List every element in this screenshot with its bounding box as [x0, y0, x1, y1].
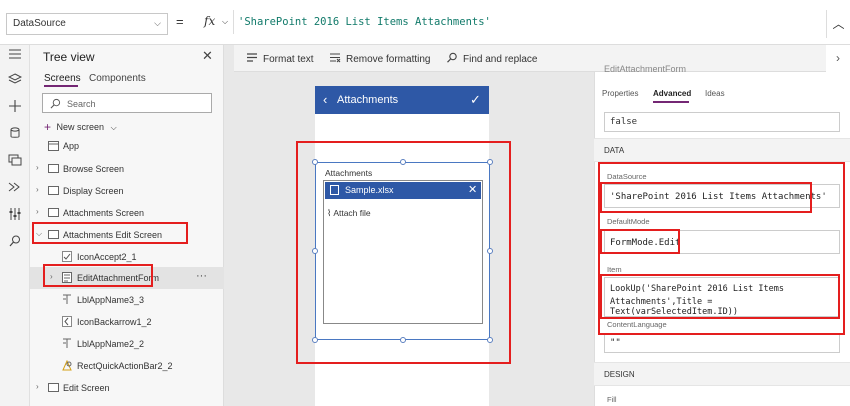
- checkmark-icon[interactable]: ✓: [470, 92, 481, 108]
- format-text-label: Format text: [263, 54, 314, 65]
- tree-item-label: IconBackarrow1_2: [77, 317, 152, 327]
- app-header-bar: ‹ Attachments ✓: [315, 86, 489, 114]
- more-options-icon[interactable]: ···: [196, 270, 207, 282]
- left-rail: [0, 45, 30, 406]
- tree-item-label: Browse Screen: [63, 164, 125, 174]
- tab-components[interactable]: Components: [89, 73, 146, 84]
- property-value-input[interactable]: false: [604, 112, 840, 132]
- find-replace-label: Find and replace: [463, 54, 538, 65]
- icon-control-icon: [62, 251, 72, 262]
- contentlanguage-value: "": [610, 338, 621, 348]
- tree-item-label: Attachments Screen: [63, 208, 145, 218]
- chevron-right-icon[interactable]: ›: [36, 207, 39, 216]
- highlight-attachments-edit-screen: [32, 222, 188, 244]
- screen-icon: [48, 383, 59, 392]
- tree-item-rectquickactionbar[interactable]: RectQuickActionBar2_2: [30, 355, 224, 377]
- controls-icon[interactable]: [8, 208, 22, 220]
- tree-item-label: LblAppName2_2: [77, 339, 145, 349]
- app-icon: [48, 141, 59, 151]
- icon-control-icon: [62, 316, 72, 327]
- tree-item-browse-screen[interactable]: › Browse Screen: [30, 158, 224, 180]
- equals-sign: =: [176, 14, 184, 29]
- screen-icon: [48, 186, 59, 195]
- tab-properties[interactable]: Properties: [602, 89, 638, 98]
- tree-item-label: Display Screen: [63, 186, 124, 196]
- tree-item-label: App: [63, 141, 80, 151]
- property-dropdown[interactable]: DataSource ⌵: [6, 13, 168, 35]
- tree-item-label: IconAccept2_1: [77, 252, 137, 262]
- chevron-down-icon: ⌵: [110, 123, 117, 132]
- format-text-icon: [247, 53, 257, 62]
- label-icon: [63, 294, 71, 304]
- fx-icon: fx: [204, 14, 216, 28]
- tree-item-attachments-screen[interactable]: › Attachments Screen: [30, 202, 224, 224]
- formula-input[interactable]: 'SharePoint 2016 List Items Attachments': [238, 16, 491, 28]
- search-icon: [50, 98, 61, 109]
- advanced-tools-icon[interactable]: [8, 181, 22, 193]
- highlight-defaultmode: [600, 229, 680, 254]
- remove-formatting-label: Remove formatting: [346, 54, 431, 65]
- chevron-down-icon: ⌵: [154, 18, 161, 28]
- screen-icon: [48, 164, 59, 173]
- tab-ideas[interactable]: Ideas: [705, 89, 725, 98]
- tree-item-label: LblAppName3_3: [77, 295, 145, 305]
- tree-item-iconbackarrow[interactable]: IconBackarrow1_2: [30, 311, 224, 333]
- hamburger-menu-icon[interactable]: [8, 48, 22, 60]
- collapse-formula-button[interactable]: ︿: [826, 10, 850, 38]
- find-replace-button[interactable]: Find and replace: [446, 52, 538, 65]
- plus-icon: +: [44, 120, 52, 134]
- plus-icon[interactable]: [8, 100, 22, 112]
- tree-item-lblappname2[interactable]: LblAppName2_2: [30, 333, 224, 355]
- tree-view-title: Tree view: [43, 50, 95, 64]
- chevron-right-icon[interactable]: ›: [36, 382, 39, 391]
- tab-screens[interactable]: Screens: [44, 73, 81, 84]
- close-icon[interactable]: ✕: [202, 48, 213, 64]
- tree-item-label: Edit Screen: [63, 383, 110, 393]
- new-screen-button[interactable]: + New screen ⌵: [44, 120, 117, 134]
- property-value-text: false: [610, 117, 638, 127]
- active-tab-indicator: [653, 101, 689, 103]
- format-text-button[interactable]: Format text: [246, 52, 314, 65]
- remove-formatting-icon: [330, 53, 341, 63]
- tree-item-app[interactable]: App: [30, 135, 224, 157]
- highlight-edit-form: [296, 141, 511, 364]
- tree-item-edit-screen[interactable]: › Edit Screen: [30, 377, 224, 399]
- search-icon: [447, 52, 457, 63]
- screen-icon: [48, 208, 59, 217]
- remove-formatting-button[interactable]: Remove formatting: [329, 52, 430, 65]
- tree-search-input[interactable]: Search: [42, 93, 212, 113]
- section-data-label: DATA: [604, 146, 625, 155]
- chevron-down-icon: ⌵: [222, 17, 229, 26]
- back-arrow-icon[interactable]: ‹: [323, 92, 327, 107]
- property-dropdown-value: DataSource: [13, 18, 66, 29]
- control-name-title: EditAttachmentForm: [604, 64, 687, 74]
- fill-label: Fill: [607, 395, 617, 404]
- search-icon[interactable]: [8, 235, 22, 247]
- fx-button[interactable]: fx ⌵: [194, 10, 234, 34]
- contentlanguage-input[interactable]: "": [604, 333, 840, 353]
- search-placeholder: Search: [67, 99, 96, 109]
- highlight-item: [600, 274, 840, 319]
- layers-icon[interactable]: [8, 73, 22, 85]
- section-design-header[interactable]: DESIGN: [594, 362, 850, 386]
- highlight-datasource: [600, 182, 812, 213]
- tree-item-label: RectQuickActionBar2_2: [77, 361, 173, 371]
- formula-toolbar: Format text Remove formatting Find and r…: [234, 45, 826, 72]
- shape-icon: [62, 360, 72, 371]
- section-data-header[interactable]: DATA: [594, 138, 850, 162]
- app-header-title: Attachments: [337, 94, 399, 106]
- new-screen-label: New screen: [56, 122, 105, 132]
- highlight-editattachmentform: [43, 264, 153, 287]
- database-icon[interactable]: [8, 127, 22, 139]
- label-icon: [63, 338, 71, 348]
- tab-advanced[interactable]: Advanced: [653, 89, 691, 98]
- active-tab-indicator: [44, 85, 78, 87]
- section-design-label: DESIGN: [604, 370, 635, 379]
- chevron-right-icon[interactable]: ›: [36, 163, 39, 172]
- media-icon[interactable]: [8, 154, 22, 166]
- chevron-right-icon[interactable]: ›: [826, 45, 850, 72]
- tree-item-display-screen[interactable]: › Display Screen: [30, 180, 224, 202]
- tree-item-lblappname3[interactable]: LblAppName3_3: [30, 289, 224, 311]
- chevron-right-icon[interactable]: ›: [36, 185, 39, 194]
